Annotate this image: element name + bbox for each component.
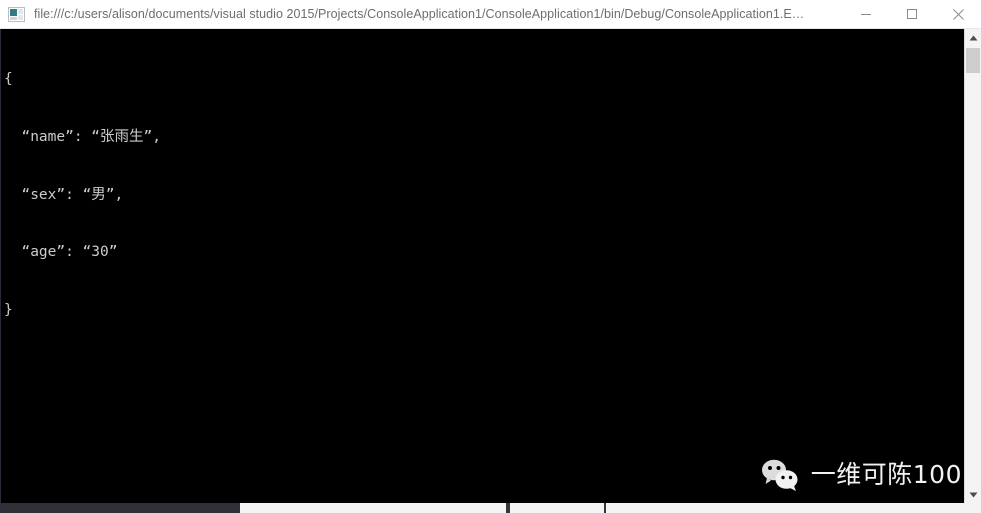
horizontal-scrollbar-mark: [506, 503, 510, 513]
close-button[interactable]: [935, 0, 981, 29]
console-output-area[interactable]: { “name”: “张雨生”, “sex”: “男”, “age”: “30”…: [0, 29, 981, 513]
console-line: “name”: “张雨生”,: [4, 129, 161, 145]
console-line: }: [4, 301, 13, 318]
window-title: file:///c:/users/alison/documents/visual…: [34, 7, 805, 21]
horizontal-scrollbar-mark: [604, 503, 606, 513]
maximize-button[interactable]: [889, 0, 935, 29]
vertical-scrollbar[interactable]: [964, 29, 981, 513]
console-window: file:///c:/users/alison/documents/visual…: [0, 0, 981, 513]
console-app-icon: [8, 6, 25, 22]
horizontal-scrollbar-thumb[interactable]: [0, 503, 240, 513]
scrollbar-corner: [964, 503, 981, 513]
minimize-button[interactable]: [843, 0, 889, 29]
vertical-scrollbar-track[interactable]: [965, 46, 981, 486]
window-controls: [843, 0, 981, 29]
horizontal-scrollbar[interactable]: [0, 503, 964, 513]
vertical-scrollbar-thumb[interactable]: [966, 48, 980, 73]
title-bar: file:///c:/users/alison/documents/visual…: [0, 0, 981, 29]
console-line: “age”: “30”: [4, 244, 118, 261]
console-text: { “name”: “张雨生”, “sex”: “男”, “age”: “30”…: [4, 32, 950, 358]
scroll-down-icon[interactable]: [965, 486, 981, 503]
console-line: “sex”: “男”,: [4, 186, 124, 203]
watermark-text: 一维可陈100: [810, 460, 962, 489]
scroll-up-icon[interactable]: [965, 29, 981, 46]
wechat-logo-icon: [760, 458, 802, 492]
console-line: {: [4, 71, 13, 88]
title-bar-left: file:///c:/users/alison/documents/visual…: [0, 6, 843, 22]
watermark: 一维可陈100: [760, 458, 962, 492]
